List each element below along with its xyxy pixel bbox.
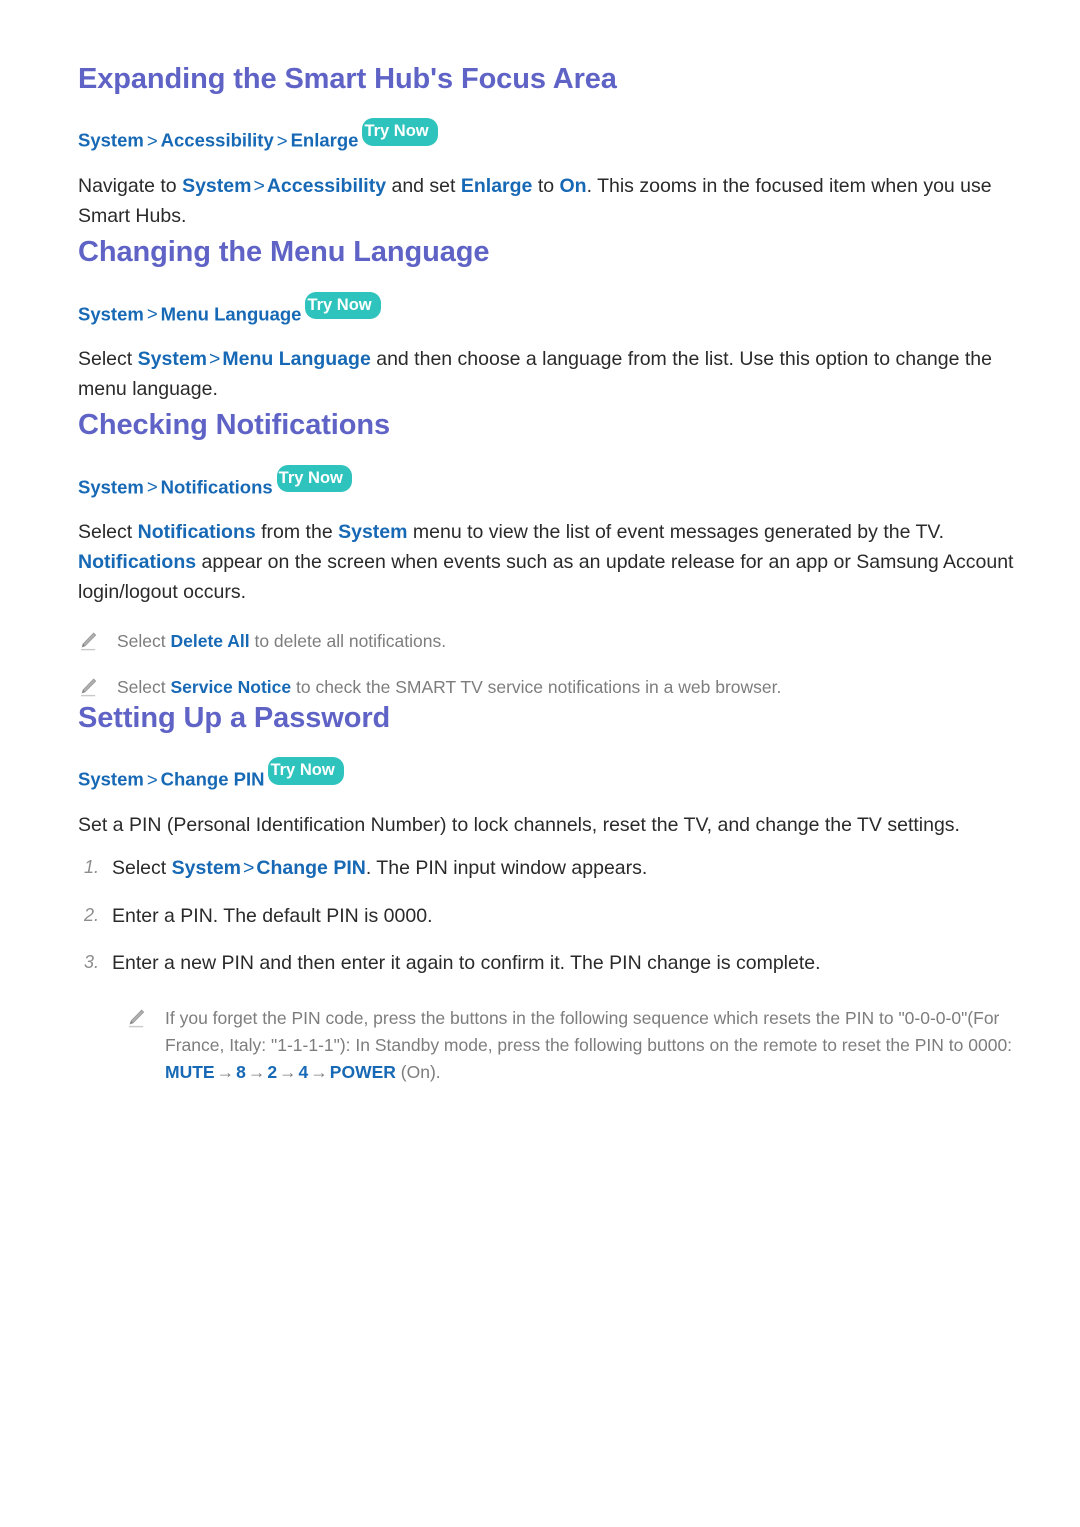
- section-heading: Setting Up a Password: [78, 701, 391, 734]
- body-text-fragment: Navigate to: [78, 174, 183, 197]
- pencil-icon: [78, 677, 98, 699]
- steps-list: 1. Select System > Change PIN. The PIN inp…: [78, 854, 1030, 979]
- breadcrumb-item-menu-language[interactable]: Menu Language: [161, 303, 302, 324]
- pencil-icon: [78, 631, 98, 653]
- breadcrumb-separator: >: [146, 476, 158, 498]
- document-page: Expanding the Smart Hub's Focus Area Sys…: [0, 0, 1080, 1527]
- remote-key-4: 4: [298, 1062, 309, 1083]
- breadcrumb-item-enlarge[interactable]: Enlarge: [291, 130, 359, 151]
- inline-link-notifications[interactable]: Notifications: [78, 551, 196, 573]
- note-text: Select Service Notice to check the SMART…: [117, 674, 781, 700]
- body-text-fragment: Select: [78, 521, 138, 544]
- try-now-badge[interactable]: Try Now: [276, 464, 352, 493]
- breadcrumb: System > Accessibility > Enlarge Try Now: [78, 118, 1030, 153]
- inline-link-delete-all[interactable]: Delete All: [171, 631, 250, 651]
- arrow-icon: →: [279, 1062, 297, 1083]
- note-item: Select Delete All to delete all notifica…: [78, 628, 1030, 654]
- remote-key-mute: MUTE: [165, 1062, 215, 1083]
- section-heading: Changing the Menu Language: [78, 236, 490, 269]
- section-body-text: Set a PIN (Personal Identification Numbe…: [78, 813, 960, 836]
- inline-link-change-pin[interactable]: Change PIN: [256, 857, 365, 879]
- inline-link-enlarge[interactable]: Enlarge: [461, 175, 533, 197]
- inline-separator: >: [209, 348, 221, 371]
- breadcrumb-item-change-pin[interactable]: Change PIN: [161, 769, 265, 790]
- arrow-icon: →: [247, 1062, 266, 1083]
- body-text-fragment: and set: [386, 174, 461, 197]
- inline-link-notifications[interactable]: Notifications: [138, 521, 256, 543]
- inline-link-system[interactable]: System: [182, 175, 251, 197]
- breadcrumb-separator: >: [146, 303, 158, 325]
- step-text-fragment: . The PIN input window appears.: [365, 857, 648, 880]
- note-item: Select Service Notice to check the SMART…: [78, 674, 1030, 700]
- body-text-fragment: from the: [255, 521, 339, 544]
- breadcrumb-item-system[interactable]: System: [78, 476, 144, 497]
- breadcrumb-separator: >: [276, 129, 288, 151]
- breadcrumb: System > Notifications Try Now: [78, 464, 1030, 500]
- breadcrumb-item-system[interactable]: System: [78, 769, 144, 790]
- breadcrumb: System > Change PIN Try Now: [78, 757, 1030, 792]
- section-setting-up-password: Setting Up a Password System > Change PIN T…: [78, 701, 1030, 1087]
- note-text-fragment: If you forget the PIN code, press the bu…: [165, 1008, 1013, 1056]
- body-text-fragment: to: [532, 174, 560, 197]
- inline-link-system[interactable]: System: [138, 348, 207, 370]
- breadcrumb-item-accessibility[interactable]: Accessibility: [161, 130, 274, 151]
- inline-separator: >: [243, 857, 255, 880]
- body-text-fragment: Select: [78, 348, 138, 371]
- inline-link-system[interactable]: System: [172, 857, 241, 879]
- step-text-fragment: Select: [112, 857, 172, 880]
- step-text: Enter a new PIN and then enter it again …: [112, 952, 821, 975]
- breadcrumb-separator: >: [146, 768, 158, 790]
- section-body-text: Select System > Menu Language and then cho…: [78, 345, 1030, 404]
- inline-link-service-notice[interactable]: Service Notice: [171, 677, 292, 697]
- step-number: 1.: [84, 857, 100, 878]
- note-text-fragment: (On).: [395, 1062, 441, 1083]
- note-text-fragment: Select: [117, 677, 171, 698]
- try-now-badge[interactable]: Try Now: [362, 118, 438, 146]
- section-expanding-focus-area: Expanding the Smart Hub's Focus Area Sys…: [78, 62, 1030, 231]
- body-text-fragment: appear on the screen when events such as…: [78, 550, 1014, 603]
- note-item: If you forget the PIN code, press the bu…: [126, 1005, 1030, 1086]
- pencil-icon: [126, 1008, 146, 1030]
- arrow-icon: →: [216, 1062, 235, 1083]
- note-text-fragment: to delete all notifications.: [249, 631, 447, 652]
- inline-link-menu-language[interactable]: Menu Language: [222, 348, 370, 370]
- remote-key-8: 8: [236, 1062, 246, 1083]
- inline-link-on[interactable]: On: [560, 175, 587, 197]
- remote-key-power: POWER: [329, 1062, 396, 1083]
- list-item: 3. Enter a new PIN and then enter it aga…: [78, 949, 1030, 979]
- breadcrumb: System > Menu Language Try Now: [78, 291, 1030, 327]
- list-item: 2. Enter a PIN. The default PIN is 0000.: [78, 902, 1030, 932]
- step-number: 2.: [84, 904, 100, 925]
- page-title: Expanding the Smart Hub's Focus Area: [78, 63, 617, 95]
- inline-link-accessibility[interactable]: Accessibility: [267, 175, 386, 197]
- step-text: Select System > Change PIN. The PIN input …: [112, 854, 647, 884]
- try-now-badge[interactable]: Try Now: [268, 757, 344, 785]
- section-heading: Checking Notifications: [78, 409, 390, 442]
- step-text: Enter a PIN. The default PIN is 0000.: [112, 904, 433, 927]
- inline-separator: >: [253, 174, 265, 197]
- breadcrumb-item-system[interactable]: System: [78, 130, 144, 151]
- section-changing-menu-language: Changing the Menu Language System > Menu L…: [78, 235, 1030, 404]
- breadcrumb-item-notifications[interactable]: Notifications: [161, 476, 273, 497]
- inline-link-system[interactable]: System: [338, 521, 407, 543]
- body-text-fragment: menu to view the list of event messages …: [407, 521, 945, 544]
- note-text-fragment: to check the SMART TV service notificati…: [291, 677, 782, 698]
- list-item: 1. Select System > Change PIN. The PIN inp…: [78, 854, 1030, 884]
- section-body-text: Select Notifications from the System men…: [78, 518, 1030, 607]
- step-number: 3.: [84, 952, 100, 973]
- note-text: If you forget the PIN code, press the bu…: [165, 1005, 1030, 1086]
- try-now-badge[interactable]: Try Now: [305, 291, 381, 320]
- section-checking-notifications: Checking Notifications System > Notificati…: [78, 408, 1030, 700]
- note-text-fragment: Select: [117, 631, 171, 652]
- section-body-text: Navigate to System > Accessibility and set…: [78, 172, 1030, 231]
- breadcrumb-item-system[interactable]: System: [78, 303, 144, 324]
- remote-key-2: 2: [267, 1062, 278, 1083]
- breadcrumb-separator: >: [146, 129, 158, 151]
- arrow-icon: →: [310, 1062, 328, 1083]
- note-text: Select Delete All to delete all notifica…: [117, 628, 446, 654]
